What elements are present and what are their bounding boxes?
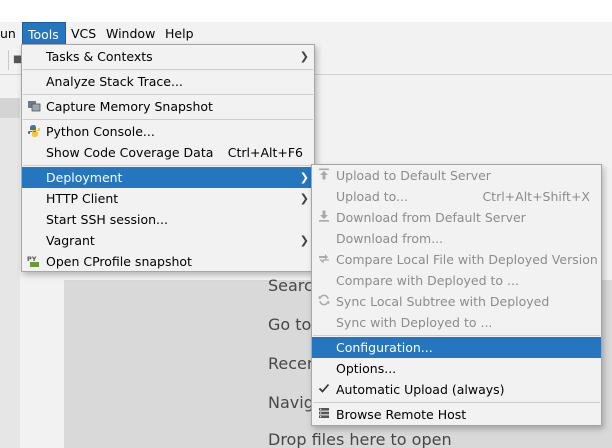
menu-item-options[interactable]: Options...: [312, 358, 601, 379]
menu-item-shortcut: Ctrl+Alt+Shift+X: [482, 189, 590, 204]
tools-menu: Tasks & Contexts ❯ Analyze Stack Trace..…: [21, 44, 315, 272]
menu-item-label: Automatic Upload (always): [336, 382, 505, 397]
menu-vcs[interactable]: VCS: [66, 22, 101, 45]
checkmark-icon: [316, 382, 332, 397]
menu-item-open-cprofile-snapshot[interactable]: PY Open CProfile snapshot: [22, 251, 314, 272]
menu-item-sync-local-subtree[interactable]: Sync Local Subtree with Deployed: [312, 291, 601, 312]
menu-item-label: Options...: [336, 361, 397, 376]
menu-item-browse-remote-host[interactable]: Browse Remote Host: [312, 404, 601, 425]
toolbar-separator: [8, 50, 9, 70]
menu-item-label: Deployment: [46, 170, 123, 185]
project-panel: [0, 98, 20, 448]
menu-item-label: Compare Local File with Deployed Version: [336, 252, 598, 267]
welcome-recent-files: Recen: [268, 354, 318, 373]
compare-icon: [316, 252, 332, 267]
menu-item-label: Download from Default Server: [336, 210, 526, 225]
menu-item-label: Browse Remote Host: [336, 407, 467, 422]
cprofile-icon: PY: [26, 254, 42, 269]
menu-item-label: Configuration...: [336, 340, 433, 355]
menu-item-deployment[interactable]: Deployment ❯: [22, 167, 314, 188]
menu-item-label: HTTP Client: [46, 191, 119, 206]
menu-item-label: Sync with Deployed to ...: [336, 315, 493, 330]
python-icon: [26, 124, 42, 139]
svg-text:PY: PY: [27, 255, 37, 263]
submenu-arrow-icon: ❯: [299, 171, 309, 184]
menu-item-capture-memory-snapshot[interactable]: Capture Memory Snapshot: [22, 96, 314, 117]
menu-item-download-default-server[interactable]: Download from Default Server: [312, 207, 601, 228]
menu-item-download-from[interactable]: Download from...: [312, 228, 601, 249]
menu-item-upload-to[interactable]: Upload to... Ctrl+Alt+Shift+X: [312, 186, 601, 207]
menu-separator: [313, 335, 600, 336]
menu-item-start-ssh-session[interactable]: Start SSH session...: [22, 209, 314, 230]
menu-bar: un Tools VCS Window Help: [0, 22, 612, 45]
menu-item-vagrant[interactable]: Vagrant ❯: [22, 230, 314, 251]
menu-item-analyze-stack-trace[interactable]: Analyze Stack Trace...: [22, 71, 314, 92]
menu-item-label: Show Code Coverage Data: [46, 145, 214, 160]
menu-item-upload-default-server[interactable]: Upload to Default Server: [312, 165, 601, 186]
menu-item-label: Download from...: [336, 231, 444, 246]
welcome-drop-files: Drop files here to open: [268, 430, 452, 448]
menu-item-shortcut: Ctrl+Alt+F6: [227, 145, 303, 160]
menu-item-label: Python Console...: [46, 124, 155, 139]
welcome-search-everywhere: Searc: [268, 276, 313, 295]
submenu-arrow-icon: ❯: [299, 234, 309, 247]
menu-item-label: Sync Local Subtree with Deployed: [336, 294, 550, 309]
menu-item-sync-with-deployed[interactable]: Sync with Deployed to ...: [312, 312, 601, 333]
remote-host-icon: [316, 407, 332, 422]
menu-window[interactable]: Window: [101, 22, 160, 45]
download-icon: [316, 210, 332, 225]
menu-separator: [23, 165, 313, 166]
menu-item-label: Capture Memory Snapshot: [46, 99, 213, 114]
menu-help[interactable]: Help: [160, 22, 199, 45]
memory-snapshot-icon: [26, 99, 42, 114]
menu-item-automatic-upload[interactable]: Automatic Upload (always): [312, 379, 601, 400]
title-strip: [0, 0, 612, 22]
menu-separator: [313, 402, 600, 403]
sync-icon: [316, 294, 332, 309]
menu-run[interactable]: un: [0, 22, 21, 45]
menu-item-configuration[interactable]: Configuration...: [312, 337, 601, 358]
project-panel-header: [0, 98, 20, 118]
menu-item-python-console[interactable]: Python Console...: [22, 121, 314, 142]
welcome-go-to-file: Go to: [268, 315, 312, 334]
menu-separator: [23, 94, 313, 95]
menu-item-label: Analyze Stack Trace...: [46, 74, 183, 89]
menu-item-label: Upload to Default Server: [336, 168, 491, 183]
deployment-submenu: Upload to Default Server Upload to... Ct…: [311, 164, 602, 426]
menu-separator: [23, 69, 313, 70]
submenu-arrow-icon: ❯: [299, 50, 309, 63]
menu-item-label: Vagrant: [46, 233, 95, 248]
menu-item-show-code-coverage[interactable]: Show Code Coverage Data Ctrl+Alt+F6: [22, 142, 314, 163]
welcome-navigation-bar: Navig: [268, 393, 314, 412]
menu-item-label: Tasks & Contexts: [46, 49, 153, 64]
upload-icon: [316, 168, 332, 183]
menu-item-label: Start SSH session...: [46, 212, 168, 227]
menu-item-label: Open CProfile snapshot: [46, 254, 192, 269]
menu-tools[interactable]: Tools: [22, 22, 66, 45]
menu-item-compare-local-file[interactable]: Compare Local File with Deployed Version: [312, 249, 601, 270]
menu-separator: [23, 119, 313, 120]
menu-item-label: Upload to...: [336, 189, 409, 204]
menu-item-tasks-contexts[interactable]: Tasks & Contexts ❯: [22, 46, 314, 67]
menu-item-compare-with-deployed[interactable]: Compare with Deployed to ...: [312, 270, 601, 291]
submenu-arrow-icon: ❯: [299, 192, 309, 205]
menu-item-label: Compare with Deployed to ...: [336, 273, 519, 288]
menu-item-http-client[interactable]: HTTP Client ❯: [22, 188, 314, 209]
